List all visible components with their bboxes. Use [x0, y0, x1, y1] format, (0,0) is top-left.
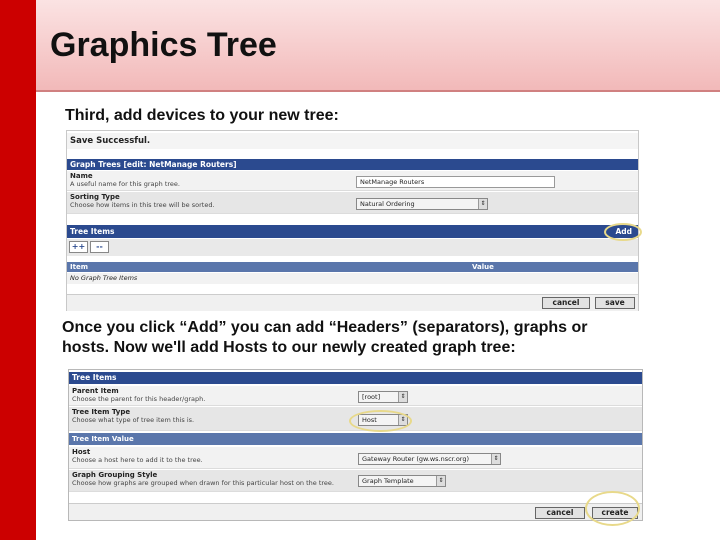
add-highlight-oval: [604, 223, 642, 241]
parent-item-label: Parent Item: [72, 387, 119, 395]
sorting-select-value: Natural Ordering: [360, 200, 415, 208]
parent-item-select-value: [root]: [362, 393, 381, 401]
host-type-highlight-oval: [349, 410, 412, 432]
collapse-all-button[interactable]: --: [90, 241, 109, 253]
host-select-value: Gateway Router (gw.ws.nscr.org): [362, 455, 470, 463]
panel1-button-bar: cancel save: [67, 294, 638, 311]
panel2-button-bar: cancel create: [69, 503, 642, 520]
tree-item-value-header: Tree Item Value: [69, 433, 642, 445]
host-select[interactable]: Gateway Router (gw.ws.nscr.org) ⇕: [358, 453, 501, 465]
parent-item-desc: Choose the parent for this header/graph.: [72, 395, 206, 403]
tree-items-toolbar: ++ --: [67, 239, 638, 256]
sorting-row: Sorting Type Choose how items in this tr…: [67, 192, 638, 214]
graph-trees-header: Graph Trees [edit: NetManage Routers]: [67, 159, 638, 170]
select-arrows-icon: ⇕: [491, 454, 500, 464]
graph-grouping-desc: Choose how graphs are grouped when drawn…: [72, 479, 334, 487]
tree-item-add-panel: Tree Items Parent Item Choose the parent…: [68, 369, 643, 521]
host-row: Host Choose a host here to add it to the…: [69, 447, 642, 469]
tree-items-header: Tree Items Add: [67, 225, 638, 238]
sorting-desc: Choose how items in this tree will be so…: [70, 201, 215, 209]
save-message-row: Save Successful.: [67, 133, 638, 149]
tree-items-header-text: Tree Items: [70, 227, 115, 236]
slide-title: Graphics Tree: [50, 26, 277, 64]
empty-items-row: No Graph Tree Items: [67, 273, 638, 284]
tree-items-header-2: Tree Items: [69, 372, 642, 384]
caption-2-line-2: hosts. Now we'll add Hosts to our newly …: [62, 339, 516, 356]
graph-grouping-select-value: Graph Template: [362, 477, 414, 485]
name-input[interactable]: NetManage Routers: [356, 176, 555, 188]
host-label: Host: [72, 448, 91, 456]
graph-grouping-row: Graph Grouping Style Choose how graphs a…: [69, 470, 642, 492]
expand-all-button[interactable]: ++: [69, 241, 88, 253]
caption-1: Third, add devices to your new tree:: [65, 107, 339, 124]
column-item: Item: [70, 263, 88, 271]
tree-item-type-label: Tree Item Type: [72, 408, 131, 416]
tree-items-columns: Item Value: [67, 262, 638, 272]
select-arrows-icon: ⇕: [436, 476, 445, 486]
graph-grouping-select[interactable]: Graph Template ⇕: [358, 475, 446, 487]
cancel-button[interactable]: cancel: [535, 507, 585, 519]
caption-2-line-1: Once you click “Add” you can add “Header…: [62, 319, 588, 336]
name-row: Name A useful name for this graph tree. …: [67, 171, 638, 191]
name-desc: A useful name for this graph tree.: [70, 180, 180, 188]
select-arrows-icon: ⇕: [478, 199, 487, 209]
column-value: Value: [472, 263, 494, 271]
parent-item-row: Parent Item Choose the parent for this h…: [69, 386, 642, 406]
create-highlight-oval: [585, 491, 640, 526]
save-message: Save Successful.: [70, 136, 151, 146]
sorting-select[interactable]: Natural Ordering ⇕: [356, 198, 488, 210]
cancel-button[interactable]: cancel: [542, 297, 590, 309]
host-desc: Choose a host here to add it to the tree…: [72, 456, 203, 464]
select-arrows-icon: ⇕: [398, 392, 407, 402]
tree-item-type-desc: Choose what type of tree item this is.: [72, 416, 195, 424]
sorting-label: Sorting Type: [70, 193, 120, 201]
graph-grouping-label: Graph Grouping Style: [72, 471, 158, 479]
graph-tree-edit-panel: Save Successful. Graph Trees [edit: NetM…: [66, 130, 639, 311]
parent-item-select[interactable]: [root] ⇕: [358, 391, 408, 403]
left-accent-bar: [0, 0, 36, 540]
save-button[interactable]: save: [595, 297, 635, 309]
name-label: Name: [70, 172, 93, 180]
